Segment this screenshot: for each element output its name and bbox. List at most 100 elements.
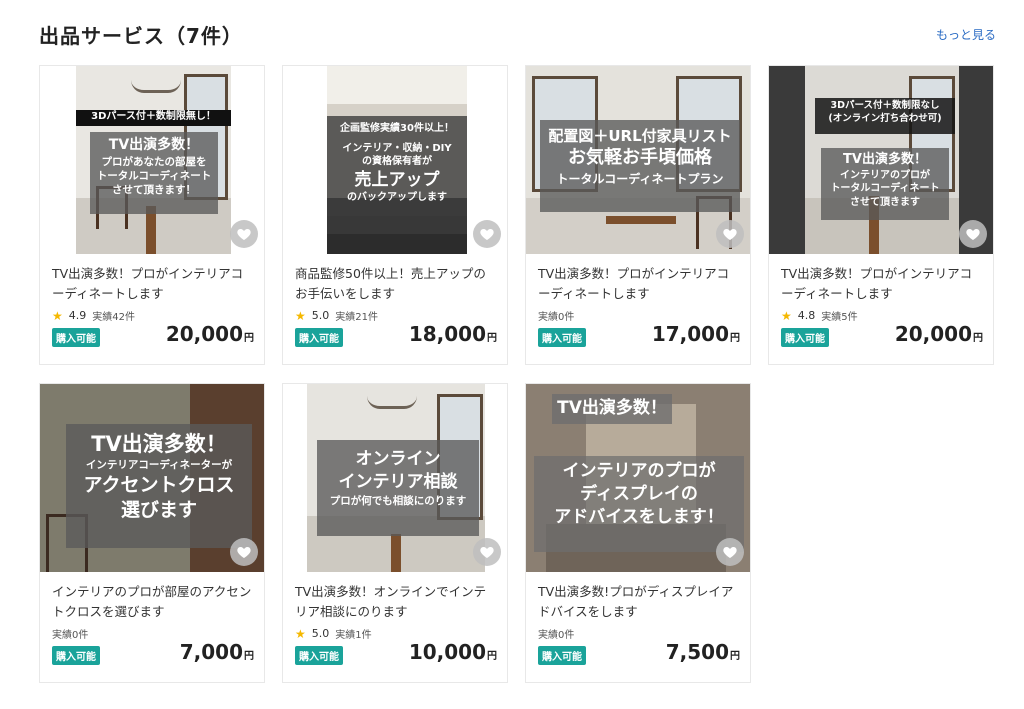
sales-count: 実績21件 [335, 312, 378, 323]
service-title[interactable]: TV出演多数！プロがインテリアコーディネートします [781, 264, 981, 304]
yen-unit: 円 [487, 651, 497, 662]
rating-row: 実績0件 [52, 626, 88, 641]
price: 18,000円 [409, 322, 497, 346]
overlay-text: TV出演多数！ [91, 432, 227, 456]
rating-row: ★ 4.9 実績42件 [52, 308, 135, 324]
star-icon: ★ [52, 308, 63, 323]
services-section: 出品サービス（7件） もっと見る 3Dパース付＋数制限無し！ TV出演多数！ プ… [0, 0, 1024, 709]
overlay-text: アドバイスをします！ [554, 506, 724, 527]
availability-badge: 購入可能 [52, 328, 100, 347]
service-title[interactable]: TV出演多数！プロがインテリアコーディネートします [538, 264, 738, 304]
service-thumbnail: 3Dパース付＋数制限なし (オンライン打ち合わせ可) TV出演多数！ インテリア… [769, 66, 993, 254]
overlay-text: (オンライン打ち合わせ可) [828, 112, 942, 124]
sales-count: 実績0件 [538, 630, 575, 641]
rating-value: 5.0 [311, 627, 330, 640]
service-card[interactable]: TV出演多数！ インテリアコーディネーターが アクセントクロス 選びます インテ… [39, 383, 265, 683]
overlay-text: の資格保有者が [362, 156, 432, 167]
price-value: 20,000 [894, 322, 972, 346]
price-value: 10,000 [408, 640, 486, 664]
yen-unit: 円 [244, 651, 254, 662]
overlay-text: インテリア相談 [338, 471, 458, 492]
overlay-text: トータルコーディネートプラン [556, 171, 724, 186]
favorite-heart-icon[interactable] [473, 538, 501, 566]
overlay-text: 3Dパース付＋数制限なし [830, 100, 940, 111]
overlay-text: インテリアのプロが [840, 169, 930, 181]
yen-unit: 円 [973, 333, 983, 344]
service-thumbnail: 企画監修実績30件以上！ インテリア・収納・DIY の資格保有者が 売上アップ … [283, 66, 507, 254]
rating-value: 5.0 [311, 309, 330, 322]
favorite-heart-icon[interactable] [473, 220, 501, 248]
rating-value: 4.8 [797, 309, 816, 322]
price: 7,000円 [180, 640, 254, 664]
rating-row: 実績0件 [538, 626, 574, 641]
service-card[interactable]: 3Dパース付＋数制限無し！ TV出演多数！ プロがあなたの部屋を トータルコーデ… [39, 65, 265, 365]
availability-badge: 購入可能 [538, 646, 586, 665]
service-thumbnail: 3Dパース付＋数制限無し！ TV出演多数！ プロがあなたの部屋を トータルコーデ… [40, 66, 264, 254]
favorite-heart-icon[interactable] [716, 220, 744, 248]
rating-row: ★ 5.0 実績1件 [295, 626, 372, 642]
service-thumbnail: オンライン インテリア相談 プロが何でも相談にのります [283, 384, 507, 572]
service-title[interactable]: TV出演多数!プロがディスプレイアドバイスをします [538, 582, 738, 622]
favorite-heart-icon[interactable] [959, 220, 987, 248]
overlay-text: インテリアのプロが [562, 461, 716, 481]
overlay-text: 売上アップ [354, 169, 440, 190]
service-title[interactable]: 商品監修50件以上！売上アップのお手伝いをします [295, 264, 495, 304]
overlay-text: トータルコーディネート [830, 183, 940, 195]
availability-badge: 購入可能 [52, 646, 100, 665]
section-title: 出品サービス（7件） [39, 24, 243, 48]
see-more-link[interactable]: もっと見る [936, 26, 996, 43]
favorite-heart-icon[interactable] [716, 538, 744, 566]
price: 20,000円 [895, 322, 983, 346]
overlay-text: 3Dパース付＋数制限無し！ [91, 111, 216, 122]
overlay-text: アクセントクロス [83, 473, 235, 496]
overlay-text: 企画監修実績30件以上！ [340, 123, 454, 134]
rating-value: 4.9 [68, 309, 87, 322]
overlay-text: させて頂きます！ [112, 184, 196, 197]
availability-badge: 購入可能 [781, 328, 829, 347]
star-icon: ★ [781, 308, 792, 323]
overlay-text: 配置図＋URL付家具リスト [548, 127, 732, 145]
star-icon: ★ [295, 626, 306, 641]
service-thumbnail: TV出演多数！ インテリアコーディネーターが アクセントクロス 選びます [40, 384, 264, 572]
star-icon: ★ [295, 308, 306, 323]
price: 7,500円 [666, 640, 740, 664]
price-value: 17,000 [651, 322, 729, 346]
price: 10,000円 [409, 640, 497, 664]
overlay-text: プロがあなたの部屋を [101, 155, 207, 168]
overlay-text: ディスプレイの [580, 483, 698, 504]
sales-count: 実績0件 [52, 630, 89, 641]
favorite-heart-icon[interactable] [230, 538, 258, 566]
price-value: 7,500 [665, 640, 729, 664]
overlay-text: のバックアップします [347, 192, 447, 204]
rating-row: 実績0件 [538, 308, 574, 323]
yen-unit: 円 [730, 333, 740, 344]
service-title[interactable]: インテリアのプロが部屋のアクセントクロスを選びます [52, 582, 252, 622]
rating-row: ★ 5.0 実績21件 [295, 308, 378, 324]
overlay-text: TV出演多数！ [108, 137, 200, 153]
service-card[interactable]: オンライン インテリア相談 プロが何でも相談にのります TV出演多数！オンライン… [282, 383, 508, 683]
overlay-text: オンライン [355, 449, 441, 469]
sales-count: 実績0件 [538, 312, 575, 323]
overlay-text: TV出演多数！ [843, 152, 927, 167]
overlay-text: プロが何でも相談にのります [329, 494, 467, 507]
availability-badge: 購入可能 [295, 328, 343, 347]
overlay-text: インテリア・収納・DIY [342, 142, 452, 154]
rating-row: ★ 4.8 実績5件 [781, 308, 858, 324]
service-card[interactable]: TV出演多数！ インテリアのプロが ディスプレイの アドバイスをします！ TV出… [525, 383, 751, 683]
yen-unit: 円 [487, 333, 497, 344]
service-card[interactable]: 3Dパース付＋数制限なし (オンライン打ち合わせ可) TV出演多数！ インテリア… [768, 65, 994, 365]
overlay-text: お気軽お手頃価格 [568, 147, 712, 169]
service-card[interactable]: 配置図＋URL付家具リスト お気軽お手頃価格 トータルコーディネートプラン TV… [525, 65, 751, 365]
price-value: 18,000 [408, 322, 486, 346]
overlay-text: TV出演多数！ [557, 398, 667, 418]
service-thumbnail: 配置図＋URL付家具リスト お気軽お手頃価格 トータルコーディネートプラン [526, 66, 750, 254]
service-card[interactable]: 企画監修実績30件以上！ インテリア・収納・DIY の資格保有者が 売上アップ … [282, 65, 508, 365]
service-title[interactable]: TV出演多数！プロがインテリアコーディネートします [52, 264, 252, 304]
availability-badge: 購入可能 [538, 328, 586, 347]
price-value: 20,000 [165, 322, 243, 346]
overlay-text: トータルコーディネート [96, 170, 212, 183]
price-value: 7,000 [179, 640, 243, 664]
overlay-text: させて頂きます [850, 196, 920, 208]
favorite-heart-icon[interactable] [230, 220, 258, 248]
service-title[interactable]: TV出演多数！オンラインでインテリア相談にのります [295, 582, 495, 622]
